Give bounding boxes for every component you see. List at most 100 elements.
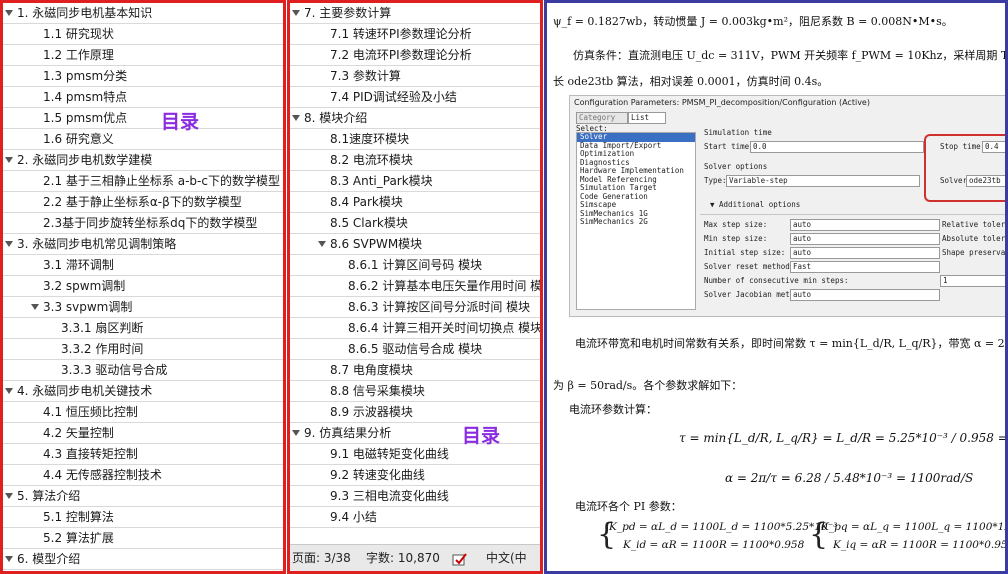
collapse-triangle-icon[interactable] [5,556,13,562]
language[interactable]: 中文(中国) [486,545,540,571]
outline-heading[interactable]: 2. 永磁同步电机数学建模 [3,150,283,171]
outline-item[interactable]: 9.1 电磁转矩变化曲线 [290,444,540,465]
outline-item[interactable]: 5.2 算法扩展 [3,528,283,549]
outline-item[interactable]: 5.1 控制算法 [3,507,283,528]
outline-item[interactable]: 8.6.3 计算按区间号分派时间 模块 [290,297,540,318]
option-input[interactable]: 1 [940,275,1005,287]
outline-item[interactable]: 8.3 Anti_Park模块 [290,171,540,192]
collapse-triangle-icon[interactable] [5,388,13,394]
start-time-input[interactable]: 0.0 [750,141,924,153]
outline-heading[interactable]: 8. 模块介绍 [290,108,540,129]
collapse-triangle-icon[interactable] [5,10,13,16]
outline-item[interactable]: 3.1 滞环调制 [3,255,283,276]
outline-item[interactable]: 3.2 spwm调制 [3,276,283,297]
outline-item-label: 8.6.3 计算按区间号分派时间 模块 [348,300,531,314]
type-select[interactable]: Variable-step [726,175,920,187]
outline-item[interactable]: 4.2 矢量控制 [3,423,283,444]
option-input[interactable]: auto [790,289,940,301]
para-bandwidth: 电流环带宽和电机时间常数有关系，即时间常数 τ = min{L_d/R, L_q… [575,337,1005,350]
outline-item[interactable]: 2.2 基于静止坐标系α-β下的数学模型 [3,192,283,213]
outline-heading[interactable]: 9. 仿真结果分析 [290,423,540,444]
collapse-triangle-icon[interactable] [5,241,13,247]
word-count[interactable]: 字数: 10,870 [366,545,440,571]
mulu-stamp-2: 目录 [462,425,501,447]
collapse-triangle-icon[interactable] [31,304,39,310]
outline-item[interactable]: 3.3.3 驱动信号合成 [3,360,283,381]
outline-item-label: 8.1速度环模块 [330,132,410,146]
option-right-label: Absolute tolera [942,234,1008,243]
outline-item[interactable]: 3.3.1 扇区判断 [3,318,283,339]
outline-item[interactable]: 7.4 PID调试经验及小结 [290,87,540,108]
proofing-icon[interactable] [452,550,468,566]
collapse-triangle-icon[interactable] [5,157,13,163]
outline-item[interactable]: 8.2 电流环模块 [290,150,540,171]
tab-category[interactable]: Category [576,112,628,124]
outline-heading[interactable]: 5. 算法介绍 [3,486,283,507]
collapse-triangle-icon[interactable] [318,241,326,247]
outline-heading[interactable]: 3. 永磁同步电机常见调制策略 [3,234,283,255]
outline-item-label: 8. 模块介绍 [304,111,368,125]
doc-line-solver: 长 ode23tb 算法，相对误差 0.0001，仿真时间 0.4s。 [553,75,829,88]
outline-item[interactable]: 8.5 Clark模块 [290,213,540,234]
option-right-label: Shape preservat [942,248,1008,257]
outline-item[interactable]: 8.6 SVPWM模块 [290,234,540,255]
outline-item[interactable]: 8.6.5 驱动信号合成 模块 [290,339,540,360]
outline-item[interactable]: 1.3 pmsm分类 [3,66,283,87]
outline-item[interactable]: 9.3 三相电流变化曲线 [290,486,540,507]
outline-heading[interactable]: 7. 主要参数计算 [290,3,540,24]
outline-item[interactable]: 3.3 svpwm调制 [3,297,283,318]
collapse-triangle-icon[interactable] [292,430,300,436]
outline-item[interactable]: 8.7 电角度模块 [290,360,540,381]
option-input[interactable]: Fast [790,261,940,273]
outline-item[interactable]: 1.2 工作原理 [3,45,283,66]
outline-item-label: 1.3 pmsm分类 [43,69,128,83]
outline-item-label: 8.6.1 计算区间号码 模块 [348,258,483,272]
outline-item[interactable]: 3.3.2 作用时间 [3,339,283,360]
outline-item[interactable]: 1.4 pmsm特点 [3,87,283,108]
outline-item[interactable]: 8.1速度环模块 [290,129,540,150]
outline-item[interactable]: 7.1 转速环PI参数理论分析 [290,24,540,45]
outline-item[interactable]: 8.6.4 计算三相开关时间切换点 模块 [290,318,540,339]
outline-heading[interactable]: 1. 永磁同步电机基本知识 [3,3,283,24]
option-input[interactable]: auto [790,233,940,245]
outline-item[interactable]: 4.1 恒压频比控制 [3,402,283,423]
outline-item[interactable]: 8.9 示波器模块 [290,402,540,423]
collapse-triangle-icon[interactable] [292,10,300,16]
outline-item[interactable]: 8.6.2 计算基本电压矢量作用时间 模块 [290,276,540,297]
outline-item-label: 7.4 PID调试经验及小结 [330,90,457,104]
outline-heading[interactable]: 4. 永磁同步电机关键技术 [3,381,283,402]
outline-item-label: 4.2 矢量控制 [43,426,114,440]
additional-options-label: Additional options [719,200,801,209]
outline-item[interactable]: 1.6 研究意义 [3,129,283,150]
tab-list[interactable]: List [628,112,666,124]
collapse-triangle-icon[interactable] [292,115,300,121]
outline-item[interactable]: 7.3 参数计算 [290,66,540,87]
outline-item-label: 8.3 Anti_Park模块 [330,174,433,188]
outline-item[interactable]: 4.3 直接转矩控制 [3,444,283,465]
page-count[interactable]: 页面: 3/38 [292,545,351,571]
collapse-triangle-icon[interactable] [5,493,13,499]
additional-options[interactable]: ▼ Additional options [710,200,800,210]
outline-item[interactable]: 4.4 无传感器控制技术 [3,465,283,486]
outline-item-label: 9.2 转速变化曲线 [330,468,425,482]
outline-item[interactable]: 8.8 信号采集模块 [290,381,540,402]
outline-item[interactable]: 9.4 小结 [290,507,540,528]
outline-item-label: 1.1 研究现状 [43,27,114,41]
outline-item-label: 2.3基于同步旋转坐标系dq下的数学模型 [43,216,258,230]
option-input[interactable]: auto [790,247,940,259]
outline-heading[interactable]: 6. 模型介绍 [3,549,283,570]
outline-item[interactable]: 2.1 基于三相静止坐标系 a-b-c下的数学模型 [3,171,283,192]
outline-item[interactable]: 2.3基于同步旋转坐标系dq下的数学模型 [3,213,283,234]
outline-item[interactable]: 1.5 pmsm优点 [3,108,283,129]
outline-item[interactable]: 1.1 研究现状 [3,24,283,45]
outline-item-label: 1.6 研究意义 [43,132,114,146]
outline-item[interactable]: 8.6.1 计算区间号码 模块 [290,255,540,276]
outline-panel-1: 1. 永磁同步电机基本知识 1.1 研究现状 1.2 工作原理 1.3 pmsm分类 1… [0,0,286,574]
outline-item[interactable]: 9.2 转速变化曲线 [290,465,540,486]
outline-item[interactable]: 7.2 电流环PI参数理论分析 [290,45,540,66]
outline-item-label: 3.3.2 作用时间 [61,342,144,356]
para-pi-params: 电流环各个 PI 参数： [575,500,682,513]
option-input[interactable]: auto [790,219,940,231]
outline-item[interactable]: 8.4 Park模块 [290,192,540,213]
config-tree-item[interactable]: SimMechanics 2G [577,217,695,227]
